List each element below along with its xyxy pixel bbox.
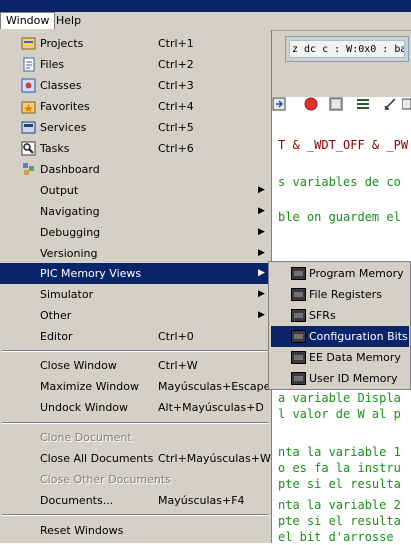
menu-item-maximize-window[interactable]: Maximize Window Mayúsculas+Escape [0, 376, 271, 397]
menu-item-debugging[interactable]: Debugging ▶ [0, 222, 271, 243]
submenu-arrow-icon: ▶ [258, 206, 265, 216]
toolbar-more-icon[interactable] [401, 97, 411, 111]
menu-item-undock-window[interactable]: Undock Window Alt+Mayúsculas+D [0, 397, 271, 418]
menu-item-reset-windows[interactable]: Reset Windows [0, 520, 271, 541]
projects-icon [21, 36, 36, 51]
code-line: pte si el resulta [278, 514, 401, 528]
menu-item-close-all-documents[interactable]: Close All Documents Ctrl+Mayúsculas+W [0, 448, 271, 469]
code-line: T & _WDT_OFF & _PW [278, 138, 409, 152]
edit-icon[interactable] [383, 97, 397, 111]
menu-item-projects[interactable]: Projects Ctrl+1 [0, 33, 271, 54]
menu-item-other[interactable]: Other ▶ [0, 305, 271, 326]
stop-icon[interactable] [329, 97, 343, 111]
submenu-item-sfrs[interactable]: SFRs [271, 305, 409, 326]
code-line: pte si el resulta [278, 477, 401, 491]
memory-chip-icon [291, 330, 306, 343]
submenu-item-program-memory[interactable]: Program Memory [271, 263, 409, 284]
submenu-arrow-icon: ▶ [258, 248, 265, 258]
dashboard-icon [21, 162, 36, 177]
menu-item-close-window[interactable]: Close Window Ctrl+W [0, 355, 271, 376]
menu-item-documents[interactable]: Documents... Mayúsculas+F4 [0, 490, 271, 511]
menu-item-editor[interactable]: Editor Ctrl+0 [0, 326, 271, 347]
menu-item-services[interactable]: Services Ctrl+5 [0, 117, 271, 138]
pic-memory-views-submenu: Program Memory File Registers SFRs Confi… [268, 261, 411, 390]
menu-item-clone-document: Clone Document [40, 431, 132, 444]
submenu-item-ee-data-memory[interactable]: EE Data Memory [271, 347, 409, 368]
debug-status-text: z dc c : W:0x0 : bank 0 [289, 40, 405, 58]
breakpoint-icon[interactable] [304, 97, 318, 111]
submenu-arrow-icon: ▶ [258, 227, 265, 237]
menu-item-output[interactable]: Output ▶ [0, 180, 271, 201]
code-line: s variables de co [278, 175, 401, 189]
menu-bar: Window Help [0, 12, 411, 31]
menu-item-classes[interactable]: Classes Ctrl+3 [0, 75, 271, 96]
classes-icon [21, 78, 36, 93]
submenu-arrow-icon: ▶ [258, 289, 265, 299]
submenu-arrow-icon: ▶ [258, 310, 265, 320]
services-icon [21, 120, 36, 135]
code-line: a variable Displa [278, 391, 401, 405]
submenu-item-file-registers[interactable]: File Registers [271, 284, 409, 305]
menu-separator [2, 350, 269, 352]
watch-icon[interactable] [356, 97, 370, 111]
menu-separator [2, 422, 269, 424]
code-line: ble on guardem el [278, 210, 401, 224]
menu-item-versioning[interactable]: Versioning ▶ [0, 243, 271, 264]
menu-item-navigating[interactable]: Navigating ▶ [0, 201, 271, 222]
code-line: l valor de W al p [278, 407, 401, 421]
files-icon [21, 57, 36, 72]
submenu-item-configuration-bits[interactable]: Configuration Bits [271, 326, 409, 347]
window-menu: Projects Ctrl+1 Files Ctrl+2 Classes Ctr… [0, 30, 272, 543]
debug-status-box: z dc c : W:0x0 : bank 0 [285, 36, 409, 62]
code-line: nta la variable 2 [278, 498, 401, 512]
submenu-arrow-icon: ▶ [258, 268, 265, 278]
submenu-arrow-icon: ▶ [258, 185, 265, 195]
code-line: nta la variable 1 [278, 445, 401, 459]
favorites-icon [21, 99, 36, 114]
menubar-window[interactable]: Window [0, 12, 56, 29]
menu-separator [2, 514, 269, 516]
memory-chip-icon [291, 267, 306, 280]
menu-item-pic-memory-views[interactable]: PIC Memory Views ▶ [0, 263, 271, 284]
code-line: o es fa la instru [278, 461, 401, 475]
memory-chip-icon [291, 309, 306, 322]
menubar-help[interactable]: Help [51, 13, 86, 29]
submenu-item-user-id-memory[interactable]: User ID Memory [271, 368, 409, 389]
step-into-icon[interactable] [272, 97, 286, 111]
menu-item-simulator[interactable]: Simulator ▶ [0, 284, 271, 305]
tasks-icon [21, 141, 36, 156]
title-bar [0, 0, 411, 12]
menu-item-tasks[interactable]: Tasks Ctrl+6 [0, 138, 271, 159]
menu-item-close-other-documents: Close Other Documents [40, 473, 171, 486]
memory-chip-icon [291, 351, 306, 364]
menu-item-dashboard[interactable]: Dashboard [0, 159, 271, 180]
menu-item-files[interactable]: Files Ctrl+2 [0, 54, 271, 75]
memory-chip-icon [291, 372, 306, 385]
memory-chip-icon [291, 288, 306, 301]
menu-item-favorites[interactable]: Favorites Ctrl+4 [0, 96, 271, 117]
